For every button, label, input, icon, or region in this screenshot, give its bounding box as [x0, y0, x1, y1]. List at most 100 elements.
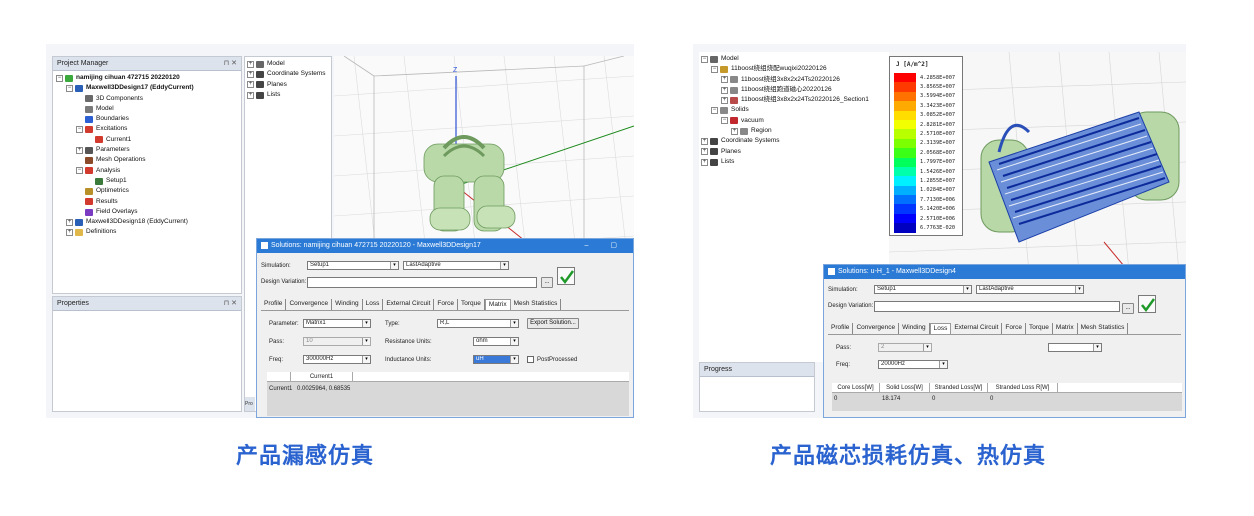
tab-convergence[interactable]: Convergence: [286, 299, 333, 310]
tab-loss[interactable]: Loss: [363, 299, 384, 310]
tree-item-planes[interactable]: + Planes: [247, 80, 326, 90]
inductance-units-select[interactable]: uH ▾: [473, 355, 519, 364]
tab-force[interactable]: Force: [434, 299, 459, 310]
expand-icon[interactable]: +: [721, 76, 728, 84]
tree-item-boundaries[interactable]: Boundaries: [56, 114, 194, 124]
expand-icon[interactable]: +: [247, 91, 254, 99]
window-buttons[interactable]: – ▢: [585, 239, 627, 253]
tree-item-planes[interactable]: + Planes: [701, 147, 869, 157]
freq-select[interactable]: 300000Hz ▾: [303, 355, 371, 364]
pin-close-icons[interactable]: ⊓ ✕: [224, 57, 237, 71]
tab-matrix[interactable]: Matrix: [1053, 323, 1078, 334]
tab-external-circuit[interactable]: External Circuit: [951, 323, 1003, 334]
collapse-icon[interactable]: −: [66, 84, 73, 92]
tree-item-lists[interactable]: + Lists: [247, 90, 326, 100]
solutions-dialog[interactable]: Solutions: namijing cihuan 472715 202201…: [256, 238, 634, 418]
grid-cell[interactable]: 18.174: [882, 396, 900, 402]
tab-loss[interactable]: Loss: [929, 323, 952, 334]
simulation-select[interactable]: Setup1 ▾: [307, 261, 399, 270]
tree-item-setup1[interactable]: Setup1: [56, 176, 194, 186]
expand-icon[interactable]: +: [247, 70, 254, 78]
solutions-title-bar[interactable]: Solutions: u-H_1 - Maxwell3DDesign4: [824, 265, 1185, 279]
tab-profile[interactable]: Profile: [261, 299, 287, 310]
tree-item-3d-components[interactable]: 3D Components: [56, 94, 194, 104]
tree-item-definitions[interactable]: + Definitions: [56, 227, 194, 237]
grid-cell[interactable]: 0: [834, 396, 837, 402]
collapse-icon[interactable]: −: [56, 74, 63, 82]
tab-torque[interactable]: Torque: [1026, 323, 1053, 334]
design-variation-button[interactable]: ...: [1122, 303, 1134, 314]
tree-item-11boost-3x8x2x24ts20220126[interactable]: +11boost绕组3x8x2x24Ts20220126: [701, 75, 869, 85]
tree-item-analysis[interactable]: − Analysis: [56, 166, 194, 176]
tree-item-lists[interactable]: + Lists: [701, 157, 869, 167]
tree-item-model[interactable]: − Model: [701, 54, 869, 64]
tree-item-namijing-cihuan-472715-20220120[interactable]: − namijing cihuan 472715 20220120: [56, 73, 194, 83]
ok-checkmark-button[interactable]: [1138, 295, 1156, 313]
tree-item-model[interactable]: + Model: [247, 59, 326, 69]
tab-matrix[interactable]: Matrix: [484, 299, 511, 310]
collapse-icon[interactable]: −: [721, 117, 728, 125]
ok-checkmark-button[interactable]: [557, 267, 575, 285]
tree-item-11boost-20220126[interactable]: +11boost绕组跑道磁心20220126: [701, 85, 869, 95]
grid-cell[interactable]: 0: [932, 396, 935, 402]
resistance-units-select[interactable]: ohm ▾: [473, 337, 519, 346]
type-select[interactable]: R,L ▾: [437, 319, 519, 328]
grid-row-value[interactable]: 0.0025964, 0.68535: [297, 386, 350, 392]
tree-item-maxwell3ddesign17-eddycurrent[interactable]: − Maxwell3DDesign17 (EddyCurrent): [56, 83, 194, 93]
design-variation-field[interactable]: [874, 301, 1120, 312]
expand-icon[interactable]: +: [247, 60, 254, 68]
tree-item-11boost-wuqixi20220126[interactable]: − 11boost绕组烧配wuqixi20220126: [701, 64, 869, 74]
pass-select[interactable]: 10 ▾: [303, 337, 371, 346]
tab-mesh-statistics[interactable]: Mesh Statistics: [511, 299, 562, 310]
expand-icon[interactable]: +: [731, 127, 738, 135]
tree-item-11boost-3x8x2x24ts20220126-section1[interactable]: +11boost绕组3x8x2x24Ts20220126_Section1: [701, 95, 869, 105]
expand-icon[interactable]: +: [701, 148, 708, 156]
design-variation-button[interactable]: ...: [541, 277, 553, 288]
collapse-icon[interactable]: −: [76, 167, 83, 175]
tree-item-current1[interactable]: Current1: [56, 135, 194, 145]
postprocessed-checkbox[interactable]: [527, 356, 534, 363]
pass-select[interactable]: 2 ▾: [878, 343, 932, 352]
pin-close-icons[interactable]: ⊓ ✕: [224, 297, 237, 311]
expand-icon[interactable]: +: [66, 218, 73, 226]
tab-profile[interactable]: Profile: [828, 323, 854, 334]
expand-icon[interactable]: +: [721, 96, 728, 104]
progress-side-tab[interactable]: Pro: [245, 397, 255, 411]
collapse-icon[interactable]: −: [701, 55, 708, 63]
expand-icon[interactable]: +: [76, 146, 83, 154]
collapse-icon[interactable]: −: [711, 65, 718, 73]
tab-external-circuit[interactable]: External Circuit: [383, 299, 435, 310]
expand-icon[interactable]: +: [701, 138, 708, 146]
expand-icon[interactable]: +: [701, 158, 708, 166]
tree-item-excitations[interactable]: − Excitations: [56, 124, 194, 134]
expand-icon[interactable]: +: [721, 86, 728, 94]
tree-item-optimetrics[interactable]: Optimetrics: [56, 186, 194, 196]
tree-item-parameters[interactable]: + Parameters: [56, 145, 194, 155]
collapse-icon[interactable]: −: [76, 126, 83, 134]
tree-item-maxwell3ddesign18-eddycurrent[interactable]: + Maxwell3DDesign18 (EddyCurrent): [56, 217, 194, 227]
tab-mesh-statistics[interactable]: Mesh Statistics: [1078, 323, 1129, 334]
tab-torque[interactable]: Torque: [458, 299, 485, 310]
tree-item-mesh-operations[interactable]: Mesh Operations: [56, 155, 194, 165]
tab-winding[interactable]: Winding: [899, 323, 930, 334]
solutions-dialog[interactable]: Solutions: u-H_1 - Maxwell3DDesign4 Simu…: [823, 264, 1186, 418]
simulation-select[interactable]: Setup1 ▾: [874, 285, 972, 294]
freq-select[interactable]: 20000Hz ▾: [878, 360, 948, 369]
collapse-icon[interactable]: −: [711, 107, 718, 115]
extra-select[interactable]: ▾: [1048, 343, 1102, 352]
tree-item-vacuum[interactable]: − vacuum: [701, 116, 869, 126]
expand-icon[interactable]: +: [247, 81, 254, 89]
parameter-select[interactable]: Matrix1 ▾: [303, 319, 371, 328]
design-variation-field[interactable]: [307, 277, 537, 288]
solutions-title-bar[interactable]: Solutions: namijing cihuan 472715 202201…: [257, 239, 633, 253]
tree-item-model[interactable]: Model: [56, 104, 194, 114]
tree-item-field-overlays[interactable]: Field Overlays: [56, 207, 194, 217]
tree-item-solids[interactable]: − Solids: [701, 105, 869, 115]
tree-item-coordinate-systems[interactable]: + Coordinate Systems: [247, 69, 326, 79]
solution-select[interactable]: LastAdaptive ▾: [976, 285, 1084, 294]
tree-item-region[interactable]: + Region: [701, 126, 869, 136]
tab-convergence[interactable]: Convergence: [853, 323, 900, 334]
tree-item-coordinate-systems[interactable]: + Coordinate Systems: [701, 136, 869, 146]
tree-item-results[interactable]: Results: [56, 197, 194, 207]
solution-select[interactable]: LastAdaptive ▾: [403, 261, 509, 270]
